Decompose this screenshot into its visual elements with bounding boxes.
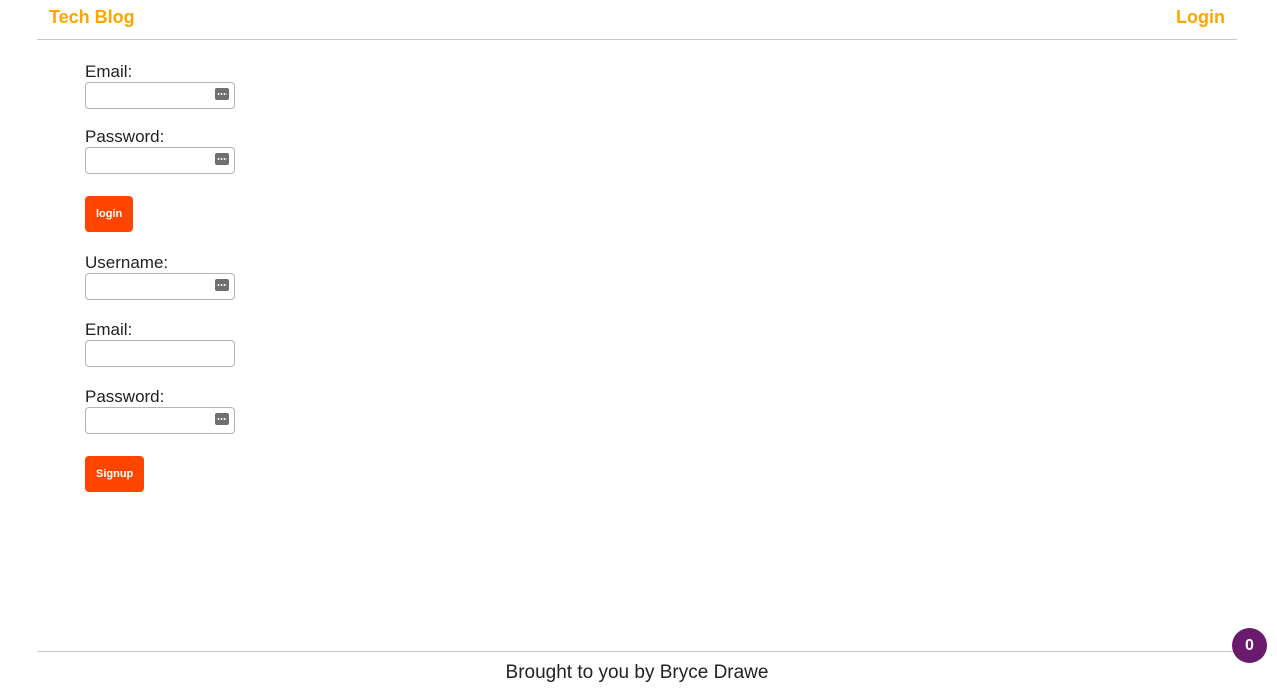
signup-username-field: Username: (85, 253, 385, 300)
notification-badge[interactable]: 0 (1232, 628, 1267, 663)
signup-button[interactable]: Signup (85, 456, 145, 492)
signup-username-label: Username: (85, 253, 169, 272)
signup-email-input[interactable] (85, 340, 235, 367)
site-header: Tech Blog Login (37, 0, 1237, 40)
signup-username-input[interactable] (85, 273, 235, 300)
signup-password-label: Password: (85, 387, 165, 406)
key-icon[interactable] (215, 279, 229, 291)
signup-email-label: Email: (85, 320, 133, 339)
auth-forms: Email: Password: login Username: Email: … (85, 62, 385, 492)
login-email-input[interactable] (85, 82, 235, 109)
nav-login-link[interactable]: Login (1176, 7, 1225, 28)
login-email-label: Email: (85, 62, 133, 81)
login-button-row: login (85, 196, 385, 232)
site-footer: Brought to you by Bryce Drawe (37, 651, 1237, 684)
signup-form: Username: Email: Password: Signup (85, 253, 385, 492)
signup-email-field: Email: (85, 320, 385, 367)
login-form: Email: Password: login (85, 62, 385, 232)
login-button[interactable]: login (85, 196, 134, 232)
signup-button-row: Signup (85, 456, 385, 492)
signup-password-input[interactable] (85, 407, 235, 434)
login-email-field: Email: (85, 62, 385, 109)
page: Tech Blog Login Email: Password: login U… (0, 0, 1277, 696)
login-password-label: Password: (85, 127, 165, 146)
signup-password-field: Password: (85, 387, 385, 434)
brand-link[interactable]: Tech Blog (49, 7, 135, 28)
key-icon[interactable] (215, 153, 229, 165)
footer-credit: Brought to you by Bryce Drawe (505, 662, 769, 683)
login-password-input[interactable] (85, 147, 235, 174)
login-password-field: Password: (85, 127, 385, 174)
key-icon[interactable] (215, 88, 229, 100)
key-icon[interactable] (215, 413, 229, 425)
